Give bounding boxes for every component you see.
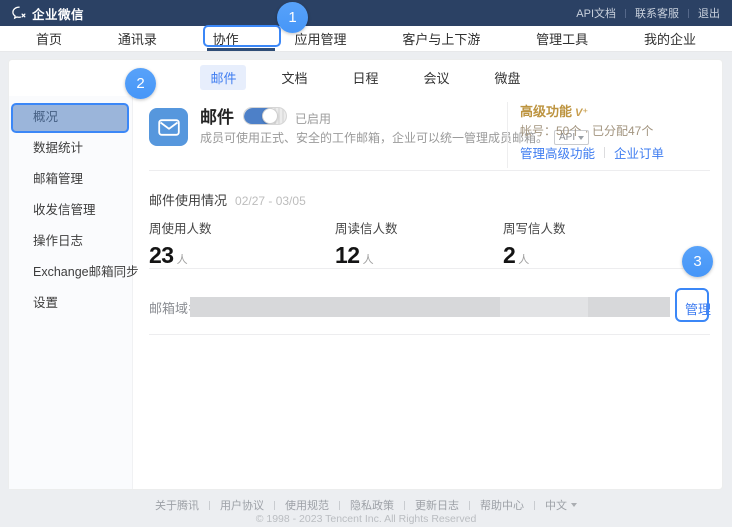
stat-weekly-writers: 周写信人数 2 人 xyxy=(503,218,566,269)
sidebar-item-send-receive[interactable]: 收发信管理 xyxy=(9,195,132,226)
premium-title-text: 高级功能 xyxy=(520,101,572,120)
sidebar-item-mailbox-management[interactable]: 邮箱管理 xyxy=(9,164,132,195)
topbar-link-logout[interactable]: 退出 xyxy=(698,5,720,21)
company-orders-link[interactable]: 企业订单 xyxy=(614,143,664,162)
footer-link-about[interactable]: 关于腾讯 xyxy=(155,497,199,513)
stat-value: 23 xyxy=(149,242,174,269)
footer-link-privacy[interactable]: 隐私政策 xyxy=(350,497,394,513)
stat-unit: 人 xyxy=(518,251,529,267)
annotation-box-2 xyxy=(11,103,129,133)
horizontal-divider xyxy=(149,334,710,335)
envelope-icon xyxy=(158,119,180,136)
status-label: 已启用 xyxy=(295,110,331,127)
language-label: 中文 xyxy=(545,497,567,513)
separator xyxy=(534,501,535,510)
tab-mail[interactable]: 邮件 xyxy=(200,65,246,90)
active-nav-indicator xyxy=(207,48,275,51)
footer-links: 关于腾讯 用户协议 使用规范 隐私政策 更新日志 帮助中心 中文 xyxy=(0,497,732,513)
annotation-marker-1: 1 xyxy=(277,2,308,33)
stat-unit: 人 xyxy=(177,251,188,267)
separator xyxy=(688,9,689,18)
sidebar-item-exchange-sync[interactable]: Exchange邮箱同步 xyxy=(9,257,132,288)
separator xyxy=(469,501,470,510)
premium-account-info: 帐号：50个 · 已分配47个 xyxy=(520,122,653,139)
chevron-down-icon xyxy=(571,503,577,507)
footer-link-usage-rules[interactable]: 使用规范 xyxy=(285,497,329,513)
horizontal-divider xyxy=(149,268,710,269)
stat-label: 周使用人数 xyxy=(149,218,212,237)
mail-domain-redacted xyxy=(190,297,670,317)
premium-links: 管理高级功能 企业订单 xyxy=(520,143,664,162)
stat-label: 周读信人数 xyxy=(335,218,398,237)
footer-link-changelog[interactable]: 更新日志 xyxy=(415,497,459,513)
usage-period: 02/27 - 03/05 xyxy=(235,194,306,208)
annotation-marker-3: 3 xyxy=(682,246,713,277)
mail-description: 成员可使用正式、安全的工作邮箱，企业可以统一管理成员邮箱。 xyxy=(200,129,548,146)
separator xyxy=(604,147,605,158)
annotation-marker-2: 2 xyxy=(125,68,156,99)
page-title: 邮件 xyxy=(200,103,234,128)
tab-meeting[interactable]: 会议 xyxy=(414,65,460,90)
vertical-divider xyxy=(507,102,508,168)
sidebar-item-statistics[interactable]: 数据统计 xyxy=(9,133,132,164)
nav-item-my-company[interactable]: 我的企业 xyxy=(644,29,696,48)
annotation-box-3 xyxy=(675,288,709,322)
nav-item-home[interactable]: 首页 xyxy=(36,29,62,48)
stat-weekly-readers: 周读信人数 12 人 xyxy=(335,218,398,269)
separator xyxy=(404,501,405,510)
separator xyxy=(274,501,275,510)
nav-item-customers[interactable]: 客户与上下游 xyxy=(402,29,480,48)
usage-title: 邮件使用情况 xyxy=(149,190,227,209)
toggle-knob xyxy=(262,108,278,124)
stat-unit: 人 xyxy=(363,251,374,267)
separator xyxy=(339,501,340,510)
mail-enabled-toggle[interactable] xyxy=(243,107,287,125)
usage-header: 邮件使用情况 02/27 - 03/05 xyxy=(149,190,306,209)
topbar-link-api-docs[interactable]: API文档 xyxy=(576,5,616,21)
sidebar-item-settings[interactable]: 设置 xyxy=(9,288,132,319)
stat-weekly-users: 周使用人数 23 人 xyxy=(149,218,212,269)
horizontal-divider xyxy=(149,170,710,171)
wecom-logo-icon xyxy=(12,6,27,20)
collaboration-tabs: 邮件 文档 日程 会议 微盘 xyxy=(8,59,723,96)
copyright-text: © 1998 - 2023 Tencent Inc. All Rights Re… xyxy=(0,513,732,525)
stat-value: 12 xyxy=(335,242,360,269)
redaction-patch xyxy=(500,297,588,317)
language-select[interactable]: 中文 xyxy=(545,497,577,513)
stat-label: 周写信人数 xyxy=(503,218,566,237)
premium-vplus-icon: V⁺ xyxy=(575,106,588,119)
sidebar-item-operation-logs[interactable]: 操作日志 xyxy=(9,226,132,257)
mail-app-icon xyxy=(149,108,188,146)
main-nav: 首页 通讯录 协作 应用管理 客户与上下游 管理工具 我的企业 xyxy=(0,26,732,52)
footer-link-help-center[interactable]: 帮助中心 xyxy=(480,497,524,513)
tab-schedule[interactable]: 日程 xyxy=(342,65,388,90)
topbar: 企业微信 API文档 联系客服 退出 xyxy=(0,0,732,26)
nav-item-admin-tools[interactable]: 管理工具 xyxy=(536,29,588,48)
topbar-links: API文档 联系客服 退出 xyxy=(576,5,720,21)
nav-item-apps[interactable]: 应用管理 xyxy=(294,29,346,48)
manage-premium-link[interactable]: 管理高级功能 xyxy=(520,143,595,162)
topbar-link-support[interactable]: 联系客服 xyxy=(635,5,679,21)
footer-link-user-agreement[interactable]: 用户协议 xyxy=(220,497,264,513)
tab-drive[interactable]: 微盘 xyxy=(485,65,531,90)
nav-item-contacts[interactable]: 通讯录 xyxy=(118,29,157,48)
wecom-admin-window: 企业微信 API文档 联系客服 退出 首页 通讯录 协作 应用管理 客户与上下游… xyxy=(0,0,732,527)
brand-name: 企业微信 xyxy=(32,4,84,23)
separator xyxy=(625,9,626,18)
mail-sidebar: 概况 数据统计 邮箱管理 收发信管理 操作日志 Exchange邮箱同步 设置 xyxy=(9,96,133,489)
tab-docs[interactable]: 文档 xyxy=(271,65,317,90)
annotation-box-1 xyxy=(203,25,281,47)
brand[interactable]: 企业微信 xyxy=(12,4,84,23)
premium-title: 高级功能 V⁺ xyxy=(520,101,588,120)
stat-value: 2 xyxy=(503,242,515,269)
separator xyxy=(209,501,210,510)
